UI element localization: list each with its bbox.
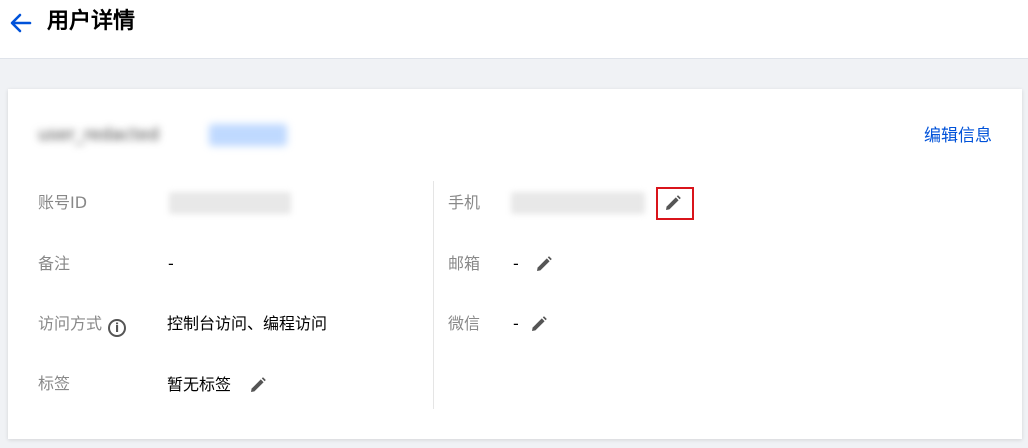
username-blurred: user_redacted: [38, 125, 160, 145]
back-button[interactable]: [8, 10, 34, 36]
pencil-icon: [251, 377, 266, 392]
edit-info-link[interactable]: 编辑信息: [924, 125, 992, 147]
tags-value: 暂无标签: [167, 375, 232, 394]
pencil-icon: [537, 256, 552, 271]
account-id-value-blurred: [169, 192, 291, 214]
remark-value: -: [168, 254, 174, 273]
remark-label: 备注: [38, 254, 71, 273]
info-circle-icon[interactable]: i: [108, 319, 127, 337]
user-detail-card: user_redacted 编辑信息 账号ID 备注 - 访问方式 i 控制台访问…: [8, 89, 1022, 439]
edit-email-button[interactable]: [534, 254, 554, 274]
access-method-value: 控制台访问、编程访问: [167, 314, 328, 333]
edit-wechat-button[interactable]: [529, 314, 549, 334]
email-value: -: [513, 254, 519, 273]
arrow-left-icon: [10, 13, 32, 33]
top-bar: 用户详情: [0, 0, 1028, 59]
access-method-label-text: 访问方式: [38, 314, 103, 333]
wechat-value: -: [513, 314, 519, 333]
email-label: 邮箱: [448, 254, 481, 273]
wechat-label: 微信: [448, 314, 481, 333]
highlight-box: [656, 187, 694, 220]
account-id-label: 账号ID: [38, 193, 88, 212]
access-method-label: 访问方式 i: [38, 313, 127, 337]
edit-tags-button[interactable]: [248, 375, 268, 395]
tags-label: 标签: [38, 374, 71, 393]
user-type-badge-blurred: [209, 124, 287, 146]
pencil-icon: [532, 316, 547, 331]
column-divider: [433, 181, 434, 409]
phone-value-blurred: [511, 192, 645, 214]
phone-label: 手机: [448, 193, 481, 212]
page-title: 用户详情: [47, 9, 136, 34]
